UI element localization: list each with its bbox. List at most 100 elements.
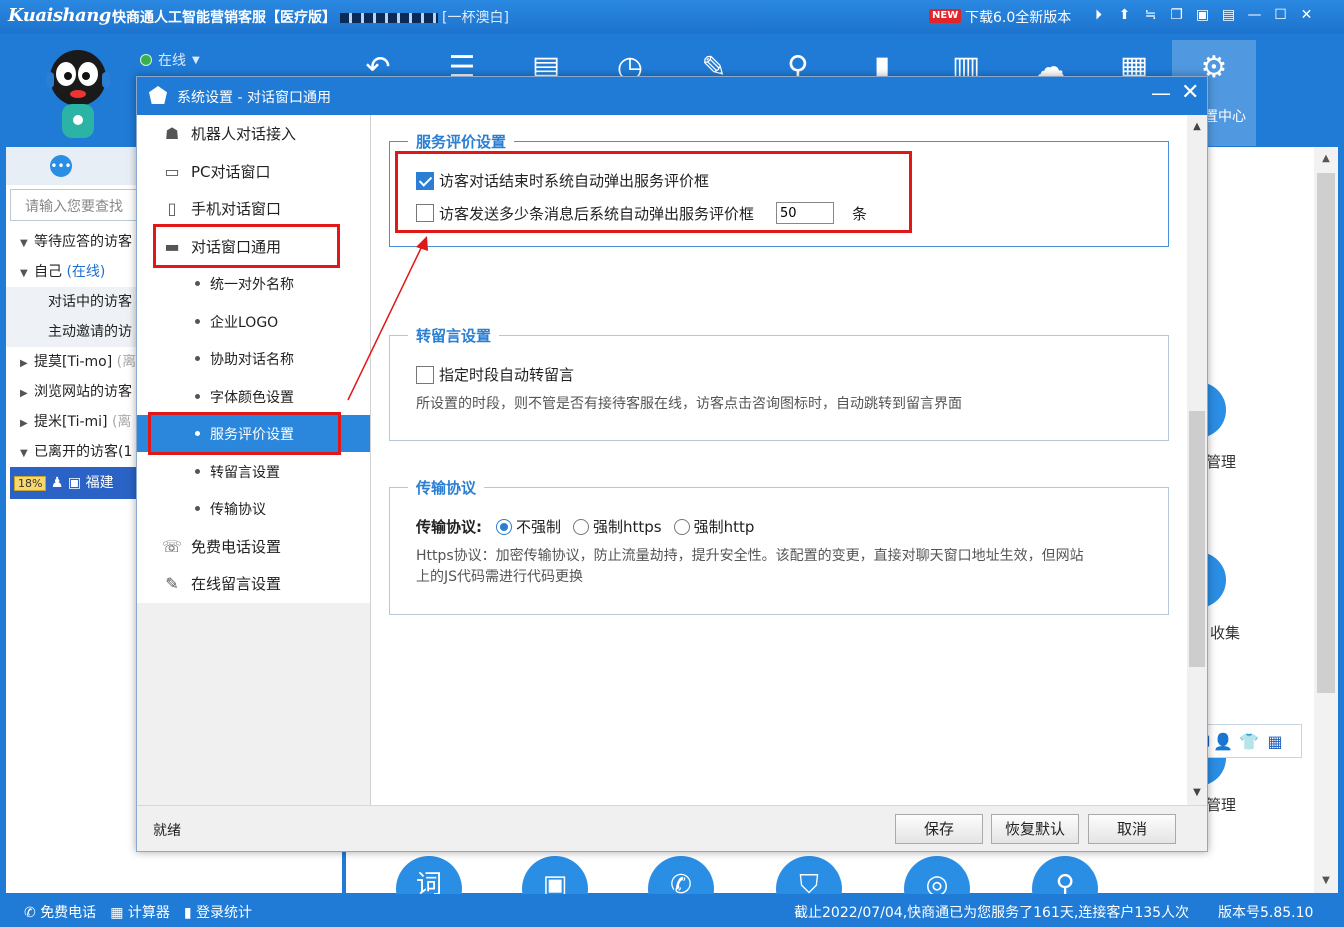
bullet-icon xyxy=(195,469,200,474)
app-title: 快商通人工智能营销客服【医疗版】 [一杯澳白] xyxy=(112,10,509,26)
quick-action-row: 词 ▣ ✆ ⛉ ◎ ⚲ xyxy=(346,850,1338,894)
content-scrollbar[interactable]: ▲ ▼ xyxy=(1187,115,1207,805)
download-link[interactable]: 下载6.0全新版本 xyxy=(965,7,1071,27)
ime-toolbox-icon[interactable]: ▦ xyxy=(1265,732,1285,751)
nav-sub-protocol[interactable]: 传输协议 xyxy=(137,490,370,527)
settings-center-label: 置中心 xyxy=(1204,109,1246,125)
bullet-icon xyxy=(195,356,200,361)
word-icon[interactable]: 词 xyxy=(396,856,462,894)
nav-robot[interactable]: ☗ 机器人对话接入 xyxy=(137,115,370,152)
protocol-http-label[interactable]: 强制http xyxy=(694,516,755,537)
bullet-icon xyxy=(195,394,200,399)
note-icon[interactable]: ▤ xyxy=(1220,7,1237,23)
protocol-radio-https[interactable] xyxy=(573,518,590,535)
service-info: 截止2022/07/04,快商通已为您服务了161天,连接客户135人次 xyxy=(794,905,1190,921)
nav-sub-logo[interactable]: 企业LOGO xyxy=(137,303,370,340)
save-button[interactable]: 保存 xyxy=(895,814,983,844)
protocol-group: 传输协议 传输协议: 不强制 强制https 强制http Https协议：加密… xyxy=(389,477,1169,615)
scroll-up-icon[interactable]: ▲ xyxy=(1314,149,1338,169)
location-icon[interactable]: ⚲ xyxy=(1032,856,1098,894)
protocol-desc-line2: 上的JS代码需进行代码更换 xyxy=(416,569,584,585)
phone-icon: ✆ xyxy=(24,905,36,921)
cancel-button[interactable]: 取消 xyxy=(1088,814,1176,844)
dialog-footer: 就绪 保存 恢复默认 取消 xyxy=(137,805,1207,851)
phone-icon[interactable]: ✆ xyxy=(648,856,714,894)
nav-mobile-window[interactable]: ▯ 手机对话窗口 xyxy=(137,190,370,227)
protocol-radio-http[interactable] xyxy=(673,518,690,535)
free-phone-button[interactable]: ✆ 免费电话 xyxy=(24,902,96,922)
leave-msg-checkbox[interactable] xyxy=(416,365,434,384)
nav-sub-name[interactable]: 统一对外名称 xyxy=(137,265,370,302)
app-statusbar: ✆ 免费电话 ▦ 计算器 ▮ 登录统计 截止2022/07/04,快商通已为您服… xyxy=(0,895,1344,927)
protocol-desc: Https协议：加密传输协议，防止流量劫持，提升安全性。该配置的变更，直接对聊天… xyxy=(416,546,1084,588)
module-label: 收集 xyxy=(1210,624,1241,642)
scroll-up-icon[interactable]: ▲ xyxy=(1187,117,1207,137)
status-selector[interactable]: 在线 ▼ xyxy=(140,50,200,70)
chat-icon[interactable]: ▣ xyxy=(1194,7,1211,23)
message-edit-icon: ✎ xyxy=(165,574,179,593)
expand-arrow-icon: ▼ xyxy=(20,238,28,249)
chat-icon[interactable]: ▣ xyxy=(522,856,588,894)
leave-msg-option[interactable]: 指定时段自动转留言 xyxy=(416,364,574,385)
annotation-box-rating-options xyxy=(395,151,912,233)
mobile-icon: ▯ xyxy=(167,199,177,218)
telephone-icon: ☏ xyxy=(161,537,182,556)
new-badge: NEW xyxy=(929,9,962,23)
play-icon[interactable]: ⏵ xyxy=(1090,7,1107,23)
protocol-https-label[interactable]: 强制https xyxy=(593,516,662,537)
expand-arrow-icon: ▼ xyxy=(20,268,28,279)
leave-msg-desc: 所设置的时段，则不管是否有接待客服在线，访客点击咨询图标时，自动跳转到留言界面 xyxy=(416,396,962,412)
ime-user-icon[interactable]: 👤 xyxy=(1213,732,1233,751)
maximize-icon[interactable]: ☐ xyxy=(1272,7,1289,23)
workspace-scrollbar[interactable]: ▲ ▼ xyxy=(1314,147,1338,893)
weibo-icon[interactable]: ◎ xyxy=(904,856,970,894)
dialog-titlebar: 系统设置 - 对话窗口通用 — ✕ xyxy=(137,77,1207,115)
reset-button[interactable]: 恢复默认 xyxy=(991,814,1079,844)
module-label: 管理 xyxy=(1206,453,1237,471)
ime-skin-icon[interactable]: 👕 xyxy=(1239,732,1259,751)
chevron-down-icon: ▼ xyxy=(192,54,200,66)
visitor-icon: ♟ xyxy=(50,475,64,491)
protocol-radio-none[interactable] xyxy=(496,518,512,535)
module-label: 管理 xyxy=(1206,796,1237,814)
protocol-label: 传输协议: xyxy=(416,518,482,536)
bullet-icon xyxy=(195,281,200,286)
nav-online-message[interactable]: ✎ 在线留言设置 xyxy=(137,565,370,602)
percent-badge: 18% xyxy=(14,476,47,491)
minimize-icon[interactable]: — xyxy=(1246,7,1263,23)
dialog-close-icon[interactable]: ✕ xyxy=(1181,80,1199,105)
annotation-box-nav-common xyxy=(153,224,340,268)
dialog-minimize-icon[interactable]: — xyxy=(1151,81,1171,105)
chat-bubble-icon[interactable]: ••• xyxy=(50,155,72,177)
nav-sub-assist[interactable]: 协助对话名称 xyxy=(137,340,370,377)
copy-icon[interactable]: ❐ xyxy=(1168,7,1185,23)
close-icon[interactable]: ✕ xyxy=(1298,7,1315,23)
nav-free-phone[interactable]: ☏ 免费电话设置 xyxy=(137,528,370,565)
scroll-down-icon[interactable]: ▼ xyxy=(1187,783,1207,803)
collapse-arrow-icon: ▶ xyxy=(20,418,28,429)
rating-settings-title: 服务评价设置 xyxy=(408,131,515,152)
monitor-icon: ▭ xyxy=(164,162,180,181)
mascot-avatar[interactable] xyxy=(42,42,114,146)
protocol-desc-line1: Https协议：加密传输协议，防止流量劫持，提升安全性。该配置的变更，直接对聊天… xyxy=(416,548,1084,564)
nav-pc-window[interactable]: ▭ PC对话窗口 xyxy=(137,153,370,190)
filter-icon[interactable]: ⛉ xyxy=(776,856,842,894)
status-label: 在线 xyxy=(158,53,186,69)
protocol-none-label[interactable]: 不强制 xyxy=(516,516,561,537)
login-stats-button[interactable]: ▮ 登录统计 xyxy=(184,902,252,922)
scroll-thumb[interactable] xyxy=(1317,173,1335,693)
online-status-icon xyxy=(140,54,152,66)
bullet-icon xyxy=(195,506,200,511)
nav-sub-font[interactable]: 字体颜色设置 xyxy=(137,378,370,415)
calculator-icon: ▦ xyxy=(110,905,124,921)
app-titlebar: Kuaishang 快商通人工智能营销客服【医疗版】 [一杯澳白] NEW 下载6… xyxy=(0,0,1344,34)
flash-icon[interactable]: ≒ xyxy=(1142,7,1159,23)
bullet-icon xyxy=(195,319,200,324)
leave-msg-label: 指定时段自动转留言 xyxy=(439,366,575,384)
nav-sub-leave-msg[interactable]: 转留言设置 xyxy=(137,453,370,490)
calculator-button[interactable]: ▦ 计算器 xyxy=(110,902,170,922)
scroll-thumb[interactable] xyxy=(1189,411,1205,667)
leave-msg-group: 转留言设置 指定时段自动转留言 所设置的时段，则不管是否有接待客服在线，访客点击… xyxy=(389,325,1169,441)
shirt-icon[interactable]: ⬆ xyxy=(1116,7,1133,23)
annotation-box-nav-rating xyxy=(148,412,341,455)
